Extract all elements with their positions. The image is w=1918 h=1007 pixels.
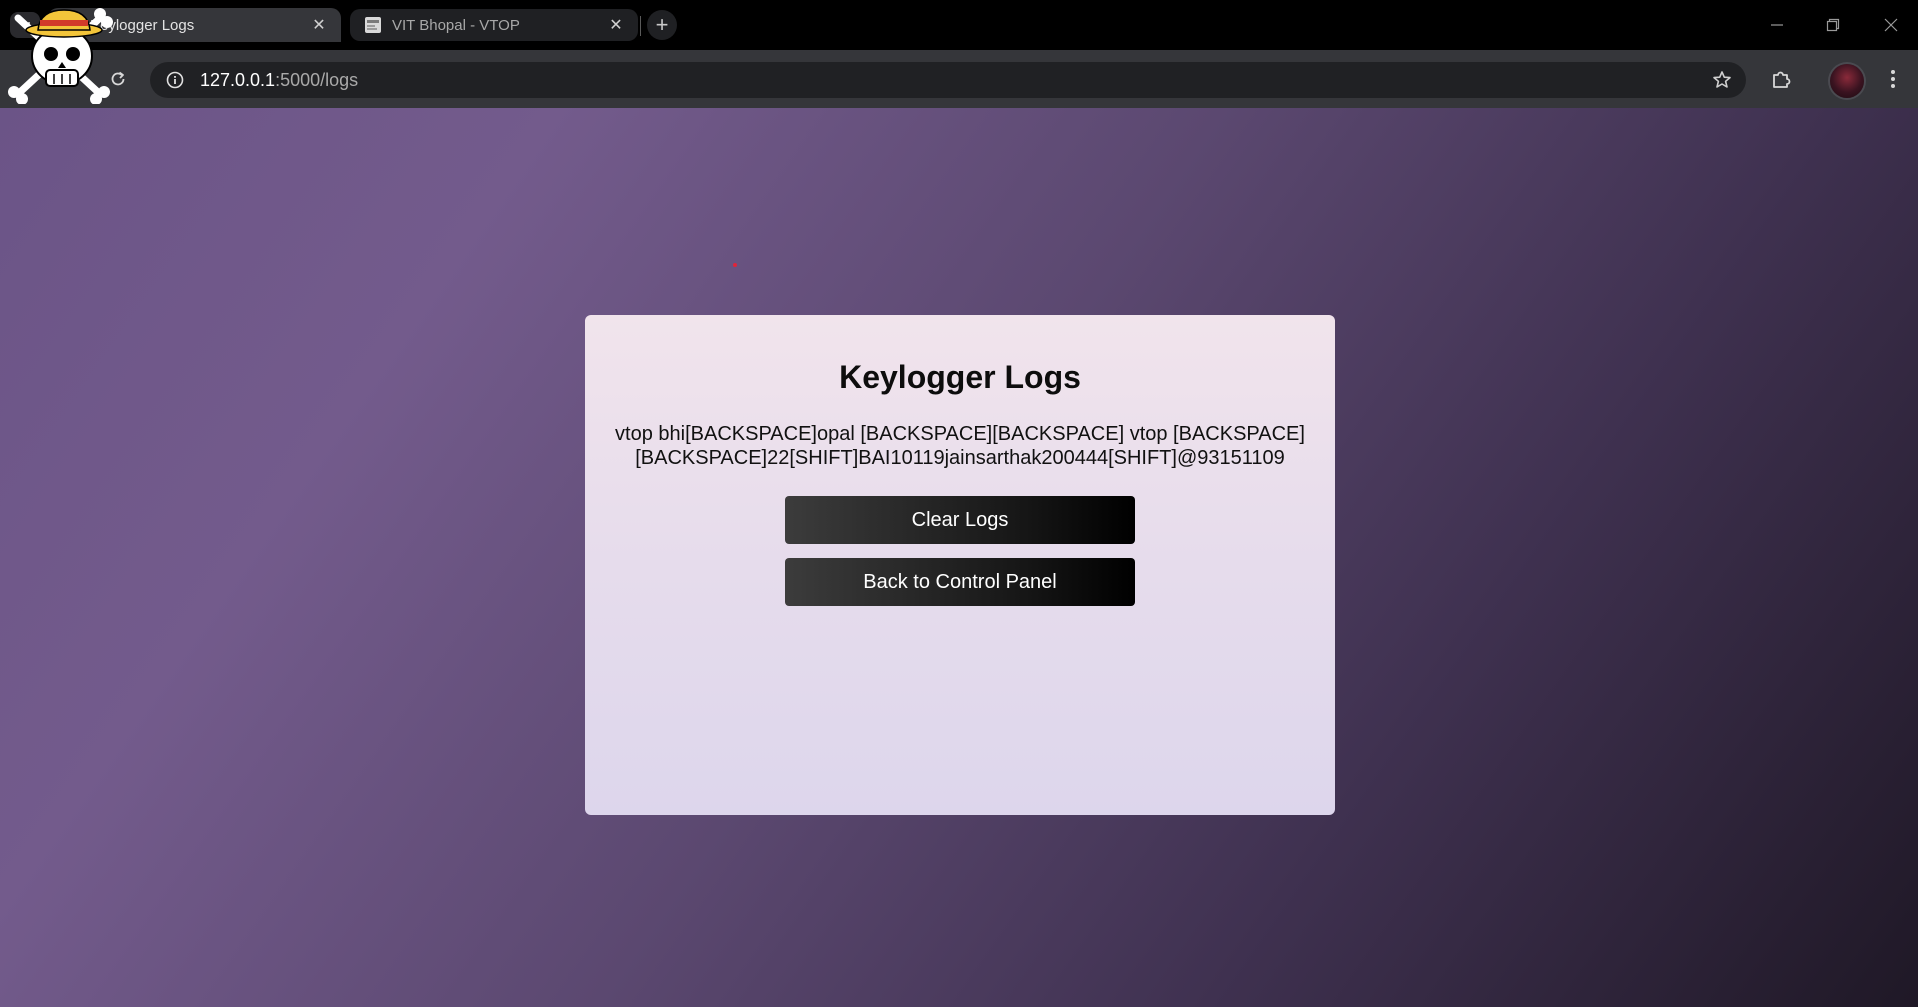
page-viewport: Keylogger Logs vtop bhi[BACKSPACE]opal [… xyxy=(0,108,1918,1007)
tab-separator xyxy=(640,16,641,36)
new-tab-button[interactable]: + xyxy=(647,10,677,40)
profile-avatar[interactable] xyxy=(1830,64,1864,98)
minimize-button[interactable] xyxy=(1762,12,1792,38)
url-path: :5000/logs xyxy=(275,69,359,90)
star-icon[interactable] xyxy=(1712,70,1732,90)
browser-toolbar: 127.0.0.1 :5000/logs xyxy=(0,50,1918,108)
straw-hat-jolly-roger-icon xyxy=(8,8,113,104)
tab-vit-bhopal-vtop[interactable]: VIT Bhopal - VTOP ✕ xyxy=(350,9,638,41)
tab-favicon-icon xyxy=(365,17,381,33)
browser-menu-button[interactable] xyxy=(1878,64,1908,94)
back-to-control-panel-button[interactable]: Back to Control Panel xyxy=(785,558,1135,606)
url-host: 127.0.0.1 xyxy=(200,69,276,90)
tab-title: Keylogger Logs xyxy=(90,16,195,34)
clear-logs-button[interactable]: Clear Logs xyxy=(785,496,1135,544)
tab-title: VIT Bhopal - VTOP xyxy=(392,16,520,34)
kebab-menu-icon xyxy=(1891,70,1895,88)
restore-icon xyxy=(1826,18,1840,32)
log-text: vtop bhi[BACKSPACE]opal [BACKSPACE][BACK… xyxy=(615,423,1305,469)
minimize-icon xyxy=(1771,24,1783,26)
info-icon[interactable] xyxy=(164,69,186,91)
close-icon[interactable]: ✕ xyxy=(606,15,626,35)
page-title: Keylogger Logs xyxy=(839,359,1081,395)
restore-button[interactable] xyxy=(1818,12,1848,38)
plus-icon: + xyxy=(655,12,669,37)
logs-card: Keylogger Logs vtop bhi[BACKSPACE]opal [… xyxy=(585,315,1335,815)
close-icon[interactable]: ✕ xyxy=(309,15,329,35)
tab-strip: Keylogger Logs ✕ VIT Bhopal - VTOP ✕ + xyxy=(0,0,1918,50)
cursor-marker xyxy=(733,263,737,267)
close-icon xyxy=(1884,18,1898,32)
puzzle-icon xyxy=(1773,71,1791,88)
close-window-button[interactable] xyxy=(1876,12,1906,38)
address-bar[interactable]: 127.0.0.1 :5000/logs xyxy=(150,62,1746,98)
extensions-button[interactable] xyxy=(1766,64,1796,94)
